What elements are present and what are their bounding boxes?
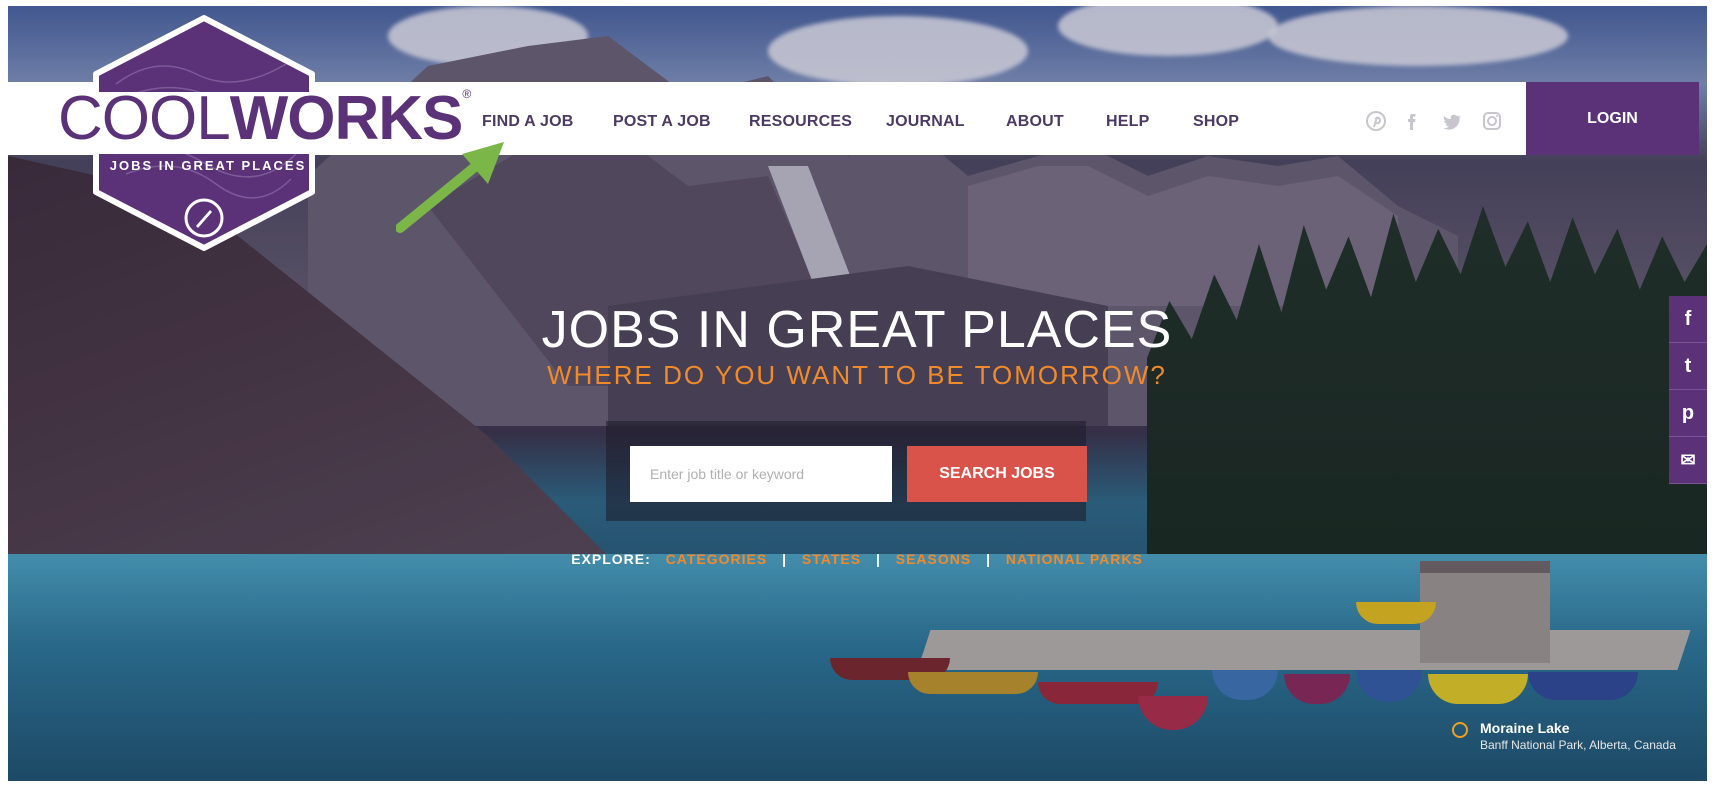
instagram-icon[interactable] xyxy=(1481,110,1503,132)
nav-journal[interactable]: JOURNAL xyxy=(886,113,965,131)
nav-about[interactable]: ABOUT xyxy=(1006,113,1064,131)
nav-resources[interactable]: RESOURCES xyxy=(749,113,852,131)
explore-label: EXPLORE: xyxy=(571,551,651,567)
nav-help[interactable]: HELP xyxy=(1106,113,1149,131)
facebook-icon[interactable] xyxy=(1401,110,1423,132)
caption-location-place: Banff National Park, Alberta, Canada xyxy=(1480,738,1676,752)
search-jobs-button[interactable]: SEARCH JOBS xyxy=(907,446,1087,502)
explore-states-link[interactable]: STATES xyxy=(802,551,861,567)
twitter-icon[interactable] xyxy=(1441,110,1463,132)
explore-national-parks-link[interactable]: NATIONAL PARKS xyxy=(1006,551,1143,567)
share-twitter-icon[interactable]: t xyxy=(1669,343,1707,390)
explore-separator: | xyxy=(782,551,787,567)
hero-subtitle: WHERE DO YOU WANT TO BE TOMORROW? xyxy=(547,360,1167,390)
annotation-arrow-icon xyxy=(396,142,504,233)
share-pinterest-icon[interactable]: p xyxy=(1669,390,1707,437)
nav-post-a-job[interactable]: POST A JOB xyxy=(613,113,711,131)
logo-cool-text: COOL xyxy=(58,84,231,153)
explore-separator: | xyxy=(875,551,881,567)
pinterest-icon[interactable] xyxy=(1365,110,1387,132)
logo-tagline: JOBS IN GREAT PLACES xyxy=(109,158,307,173)
nav-find-a-job[interactable]: FIND A JOB xyxy=(482,113,573,131)
registered-mark: ® xyxy=(462,87,471,101)
explore-seasons-link[interactable]: SEASONS xyxy=(896,551,971,567)
nav-shop[interactable]: SHOP xyxy=(1193,113,1239,131)
share-mail-icon[interactable]: ✉ xyxy=(1669,437,1707,484)
search-input[interactable] xyxy=(630,446,892,502)
explore-separator: | xyxy=(986,551,992,567)
location-pin-icon xyxy=(1452,722,1468,738)
explore-categories-link[interactable]: CATEGORIES xyxy=(666,551,768,567)
hero-title: JOBS IN GREAT PLACES xyxy=(541,301,1173,359)
explore-links: EXPLORE: CATEGORIES | STATES | SEASONS |… xyxy=(0,551,1714,567)
share-facebook-icon[interactable]: f xyxy=(1669,296,1707,343)
login-button[interactable]: LOGIN xyxy=(1526,82,1699,155)
caption-location-name: Moraine Lake xyxy=(1480,720,1570,736)
